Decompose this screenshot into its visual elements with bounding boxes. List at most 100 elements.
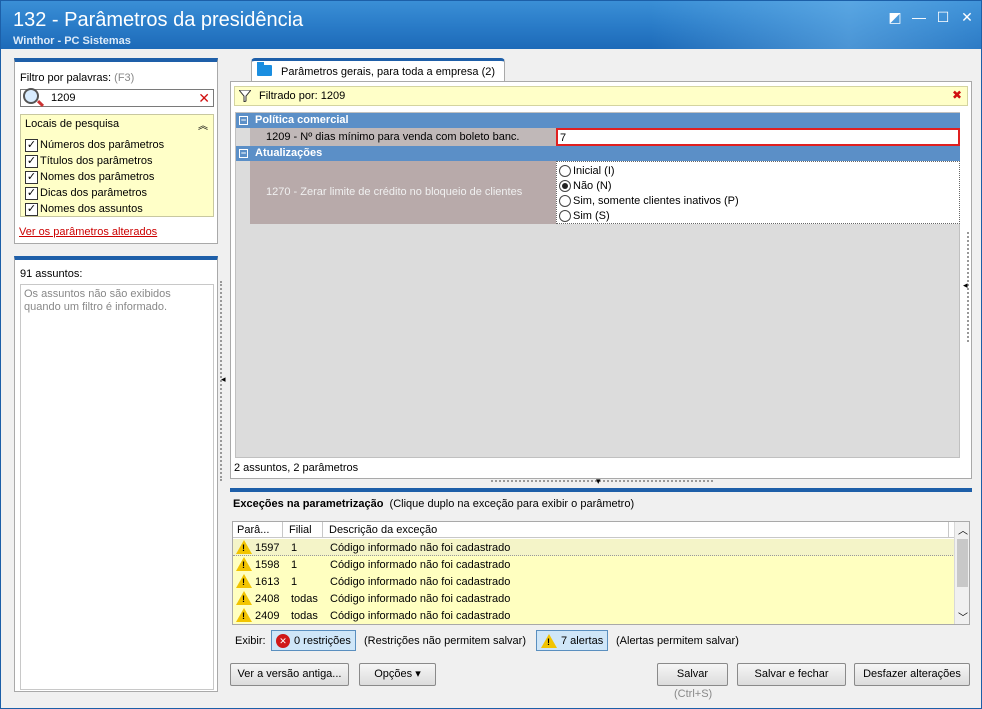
close-icon[interactable]: ✕	[959, 9, 975, 25]
column-header[interactable]: Filial	[289, 524, 312, 536]
checkbox-icon[interactable]: ✓	[25, 138, 38, 152]
table-row[interactable]: 1597 1 Código informado não foi cadastra…	[233, 539, 955, 556]
radio-option[interactable]: Inicial (I)	[559, 163, 957, 178]
location-item[interactable]: ✓ Nomes dos parâmetros	[25, 169, 164, 185]
vertical-splitter[interactable]: ◂	[220, 281, 226, 481]
save-button[interactable]: Salvar	[657, 663, 728, 686]
checkbox-icon[interactable]: ✓	[25, 170, 38, 184]
tab-count: (2)	[481, 66, 496, 78]
save-and-close-button[interactable]: Salvar e fechar	[737, 663, 846, 686]
scrollbar-thumb[interactable]	[957, 539, 968, 587]
filter-funnel-icon	[239, 90, 251, 102]
tab-label: Parâmetros gerais, para toda a empresa	[281, 66, 479, 78]
group-atualizacoes[interactable]: − Atualizações	[236, 146, 960, 161]
checkbox-icon[interactable]: ✓	[25, 154, 38, 168]
chevron-left-icon[interactable]: ◂	[963, 280, 968, 291]
group-title: Política comercial	[255, 114, 349, 126]
group-title: Atualizações	[255, 147, 323, 159]
warning-icon	[236, 574, 252, 588]
location-item[interactable]: ✓ Nomes dos assuntos	[25, 201, 164, 217]
scroll-down-icon[interactable]: ﹀	[958, 609, 968, 624]
app-window: 132 - Parâmetros da presidência Winthor …	[0, 0, 982, 709]
exibir-label: Exibir:	[235, 635, 266, 647]
subjects-list[interactable]: Os assuntos não são exibidos quando um f…	[20, 284, 214, 690]
exceptions-panel: Exceções na parametrização (Clique duplo…	[230, 488, 972, 653]
checkbox-icon[interactable]: ✓	[25, 202, 38, 216]
column-header[interactable]: Parâ...	[237, 524, 269, 536]
warning-icon	[236, 608, 252, 622]
chevron-down-icon[interactable]: ▾	[596, 476, 601, 487]
horizontal-splitter[interactable]: ▾	[491, 476, 713, 486]
collapse-group-icon[interactable]: −	[239, 149, 248, 158]
summary-text: 2 assuntos, 2 parâmetros	[234, 462, 359, 474]
parameter-label: 1270 - Zerar limite de crédito no bloque…	[266, 186, 523, 198]
parameter-row-1209: 1209 - Nº dias mínimo para venda com bol…	[250, 128, 960, 146]
filter-panel: Filtro por palavras: (F3) 1209 ✕ Locais …	[14, 58, 218, 244]
parameter-label: 1209 - Nº dias mínimo para venda com bol…	[266, 131, 520, 143]
warning-icon	[541, 633, 557, 648]
alerts-toggle-button[interactable]: 7 alertas	[536, 630, 609, 651]
filter-status-text: Filtrado por: 1209	[259, 90, 346, 102]
radio-icon[interactable]	[559, 209, 571, 222]
checkbox-icon[interactable]: ✓	[25, 186, 38, 200]
scroll-up-icon[interactable]: ︿	[958, 522, 968, 537]
parameter-row-1270: 1270 - Zerar limite de crédito no bloque…	[250, 161, 960, 224]
alerts-note: (Alertas permitem salvar)	[616, 635, 739, 647]
search-input[interactable]: 1209 ✕	[20, 88, 214, 107]
location-item[interactable]: ✓ Títulos dos parâmetros	[25, 153, 164, 169]
location-item[interactable]: ✓ Números dos parâmetros	[25, 137, 164, 153]
subjects-count: 91 assuntos:	[20, 268, 83, 280]
exceptions-title: Exceções na parametrização	[233, 498, 384, 510]
warning-icon	[236, 557, 252, 571]
restore-layout-icon[interactable]: ◩	[887, 9, 903, 25]
right-splitter[interactable]: ◂	[963, 232, 969, 342]
exceptions-scrollbar[interactable]: ︿ ﹀	[954, 522, 969, 624]
collapse-group-icon[interactable]: −	[239, 116, 248, 125]
location-item[interactable]: ✓ Dicas dos parâmetros	[25, 185, 164, 201]
remove-filter-icon[interactable]: ✖	[952, 88, 962, 102]
collapse-chevron-icon[interactable]: ︽	[198, 117, 208, 132]
radio-icon[interactable]	[559, 194, 571, 207]
search-value: 1209	[51, 92, 76, 104]
tab-general-params[interactable]: Parâmetros gerais, para toda a empresa (…	[251, 58, 505, 82]
undo-changes-button[interactable]: Desfazer alterações	[854, 663, 970, 686]
table-header: Parâ... Filial Descrição da exceção	[233, 522, 955, 538]
window-subtitle: Winthor - PC Sistemas	[13, 35, 131, 47]
search-locations-box: Locais de pesquisa ︽ ✓ Números dos parâme…	[20, 114, 214, 217]
radio-option[interactable]: Sim, somente clientes inativos (P)	[559, 193, 957, 208]
radio-selected-icon[interactable]	[559, 179, 571, 192]
restrictions-note: (Restrições não permitem salvar)	[364, 635, 526, 647]
save-shortcut-hint: (Ctrl+S)	[674, 688, 713, 700]
radio-option[interactable]: Sim (S)	[559, 208, 957, 223]
warning-icon	[236, 540, 252, 554]
folder-icon	[257, 62, 272, 76]
search-locations-title: Locais de pesquisa	[25, 118, 120, 130]
parameter-value-input[interactable]: 7	[556, 128, 960, 146]
minimize-icon[interactable]: —	[911, 9, 927, 25]
error-icon: ✕	[276, 633, 290, 648]
filter-shortcut-hint: (F3)	[114, 72, 135, 84]
table-row[interactable]: 2409 todas Código informado não foi cada…	[233, 607, 955, 624]
column-header[interactable]: Descrição da exceção	[329, 524, 437, 536]
maximize-icon[interactable]: ☐	[935, 9, 951, 25]
parameters-grid: − Política comercial 1209 - Nº dias míni…	[235, 112, 960, 458]
radio-option[interactable]: Não (N)	[559, 178, 957, 193]
table-row[interactable]: 1598 1 Código informado não foi cadastra…	[233, 556, 955, 573]
options-button[interactable]: Opções ▾	[359, 663, 436, 686]
old-version-button[interactable]: Ver a versão antiga...	[230, 663, 349, 686]
window-title: 132 - Parâmetros da presidência	[13, 9, 304, 31]
exceptions-hint: (Clique duplo na exceção para exibir o p…	[389, 498, 635, 510]
chevron-left-icon[interactable]: ◂	[221, 374, 226, 385]
table-row[interactable]: 1613 1 Código informado não foi cadastra…	[233, 573, 955, 590]
altered-params-link[interactable]: Ver os parâmetros alterados	[19, 226, 157, 238]
subjects-panel: 91 assuntos: Os assuntos não são exibido…	[14, 256, 218, 692]
table-row[interactable]: 2408 todas Código informado não foi cada…	[233, 590, 955, 607]
title-bar[interactable]: 132 - Parâmetros da presidência Winthor …	[1, 1, 981, 49]
filter-status-bar: Filtrado por: 1209 ✖	[234, 86, 968, 106]
magnifier-icon	[23, 88, 39, 104]
restrictions-toggle-button[interactable]: ✕ 0 restrições	[271, 630, 356, 651]
group-politica-comercial[interactable]: − Política comercial	[236, 113, 960, 128]
subjects-empty-message: Os assuntos não são exibidos quando um f…	[24, 288, 171, 313]
clear-search-icon[interactable]: ✕	[198, 90, 210, 106]
radio-icon[interactable]	[559, 164, 571, 177]
